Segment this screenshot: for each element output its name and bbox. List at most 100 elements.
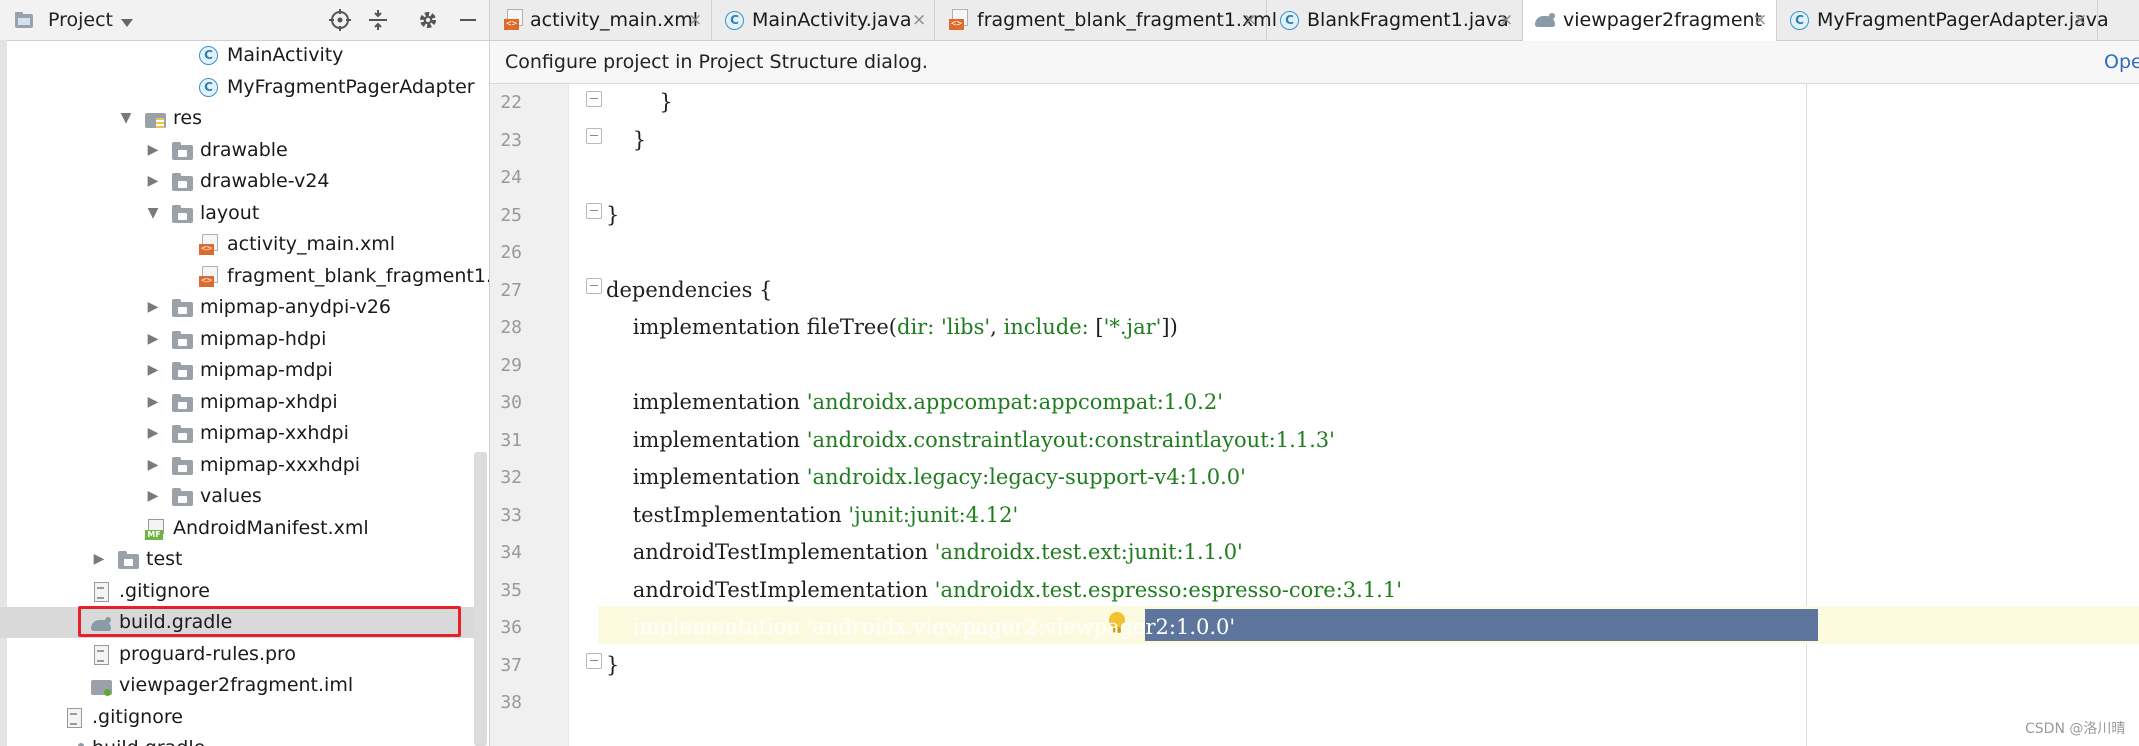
folder-icon [172, 141, 193, 161]
tab-viewpager2fragment[interactable]: viewpager2fragment × [1523, 0, 1777, 41]
folder-icon [172, 424, 193, 444]
tree-item[interactable]: build.gradle [0, 733, 474, 746]
code-line: implementation 'androidx.constraintlayou… [606, 427, 1335, 452]
tree-item[interactable]: ▶ mipmap-mdpi [0, 355, 474, 386]
module-file-icon [91, 676, 112, 696]
line-number: 29 [500, 354, 522, 376]
text-file-icon [91, 644, 112, 665]
chevron-right-icon[interactable]: ▶ [145, 450, 161, 481]
tree-item-label: mipmap-xxhdpi [200, 422, 349, 444]
project-panel-title[interactable]: Project [48, 0, 113, 40]
code-line: implementation 'androidx.viewpager2:view… [606, 615, 1236, 639]
fold-marker-icon[interactable] [586, 653, 602, 669]
chevron-right-icon[interactable]: ▶ [145, 135, 161, 166]
close-icon[interactable]: × [912, 0, 926, 40]
chevron-right-icon[interactable]: ▶ [145, 418, 161, 449]
tree-item[interactable]: ▶ mipmap-xxhdpi [0, 418, 474, 449]
line-number: 22 [500, 92, 522, 113]
gradle-file-icon [64, 739, 85, 746]
tab-blankfragment1-java[interactable]: C BlankFragment1.java × [1267, 0, 1523, 40]
line-number: 38 [500, 692, 522, 713]
tree-item[interactable]: C MyFragmentPagerAdapter [0, 72, 475, 103]
tree-item[interactable]: viewpager2fragment.iml [0, 670, 474, 701]
tree-item[interactable]: ▶ values [0, 481, 474, 512]
tab-label: viewpager2fragment [1563, 9, 1762, 31]
class-icon: C [1280, 11, 1299, 30]
folder-icon [172, 172, 193, 192]
tree-item[interactable]: proguard-rules.pro [0, 639, 474, 670]
tree-item[interactable]: ▶ test [0, 544, 474, 575]
line-number: 28 [500, 317, 522, 338]
tree-item-label: mipmap-hdpi [200, 327, 327, 350]
line-number: 30 [500, 392, 522, 413]
tree-item-label: proguard-rules.pro [119, 642, 297, 665]
chevron-right-icon[interactable]: ▶ [145, 355, 161, 386]
code-line: androidTestImplementation 'androidx.test… [606, 577, 1402, 602]
chevron-right-icon[interactable]: ▶ [145, 166, 161, 197]
chevron-down-icon[interactable] [120, 14, 134, 27]
tree-item-label: viewpager2fragment.iml [119, 674, 354, 696]
close-icon[interactable]: × [1243, 0, 1257, 40]
tree-item-label: fragment_blank_fragment1.xml [227, 264, 489, 287]
tree-item[interactable]: .gitignore [0, 702, 474, 733]
tree-item[interactable]: ▼ res [0, 103, 474, 134]
class-icon: C [725, 11, 744, 30]
code-editor[interactable]: } }} dependencies { implementation fileTr… [490, 84, 2139, 746]
tree-item[interactable]: ▶ mipmap-hdpi [0, 324, 474, 355]
xml-file-icon [504, 9, 523, 31]
notification-banner: Configure project in Project Structure d… [490, 41, 2139, 84]
tree-item[interactable]: ▶ mipmap-xhdpi [0, 387, 474, 418]
chevron-right-icon[interactable]: ▶ [145, 292, 161, 323]
fold-marker-icon[interactable] [586, 203, 602, 219]
gear-icon[interactable] [416, 8, 440, 32]
chevron-down-icon[interactable]: ▼ [118, 103, 134, 134]
class-icon: C [199, 77, 218, 97]
fold-marker-icon[interactable] [586, 91, 602, 107]
chevron-right-icon[interactable]: ▶ [145, 387, 161, 418]
code-line: implementation 'androidx.legacy:legacy-s… [606, 465, 1246, 489]
close-icon[interactable]: × [688, 0, 702, 40]
xml-file-icon [199, 234, 218, 256]
project-panel: Project C MainActivity C MyFragmentPager… [0, 0, 490, 746]
fold-marker-icon[interactable] [586, 128, 602, 144]
tab-activity-main-xml[interactable]: activity_main.xml × [490, 0, 712, 40]
close-icon[interactable]: × [1753, 0, 1767, 40]
tree-item[interactable]: ▶ mipmap-anydpi-v26 [0, 292, 474, 323]
folder-icon [172, 393, 193, 413]
fold-marker-icon[interactable] [586, 278, 602, 294]
banner-link[interactable]: Ope [2104, 41, 2139, 83]
tree-item[interactable]: activity_main.xml [0, 229, 474, 260]
tab-mainactivity-java[interactable]: C MainActivity.java × [712, 0, 935, 40]
locate-target-icon[interactable] [328, 8, 352, 32]
tree-item[interactable]: fragment_blank_fragment1.xml [0, 261, 489, 292]
tree-item[interactable]: ▶ drawable-v24 [0, 166, 474, 197]
tree-item[interactable]: ▶ mipmap-xxxhdpi [0, 450, 474, 481]
tree-item[interactable]: .gitignore [0, 576, 474, 607]
project-view-icon [14, 11, 34, 29]
chevron-down-icon[interactable]: ▼ [145, 198, 161, 229]
tree-item-label: drawable-v24 [200, 170, 330, 192]
tree-item[interactable]: AndroidManifest.xml [0, 513, 474, 544]
minimize-icon[interactable] [456, 8, 480, 32]
tab-myfragmentpageradapter-java[interactable]: C MyFragmentPagerAdapter.java × [1777, 0, 2109, 40]
chevron-right-icon[interactable]: ▶ [145, 481, 161, 512]
close-icon[interactable]: × [1499, 0, 1513, 40]
tab-fragment-blank-fragment1-xml[interactable]: fragment_blank_fragment1.xml × [935, 0, 1277, 40]
tree-item-label: build.gradle [92, 733, 205, 746]
collapse-all-icon[interactable] [366, 8, 390, 32]
tree-item[interactable]: ▼ layout [0, 198, 474, 229]
chevron-right-icon[interactable]: ▶ [91, 544, 107, 575]
line-number: 27 [500, 279, 522, 301]
tree-item[interactable]: ▶ drawable [0, 135, 474, 166]
project-scrollbar[interactable] [474, 452, 487, 746]
chevron-right-icon[interactable]: ▶ [145, 324, 161, 355]
tab-label: MainActivity.java [752, 9, 912, 31]
tree-item-label: mipmap-xhdpi [200, 390, 338, 413]
line-number: 25 [500, 204, 522, 226]
folder-icon [118, 550, 139, 570]
tree-item[interactable]: C MainActivity [0, 40, 474, 71]
line-number: 24 [500, 167, 522, 188]
line-number: 26 [500, 242, 522, 263]
code-line: } [606, 202, 620, 227]
close-icon[interactable]: × [2073, 0, 2087, 40]
